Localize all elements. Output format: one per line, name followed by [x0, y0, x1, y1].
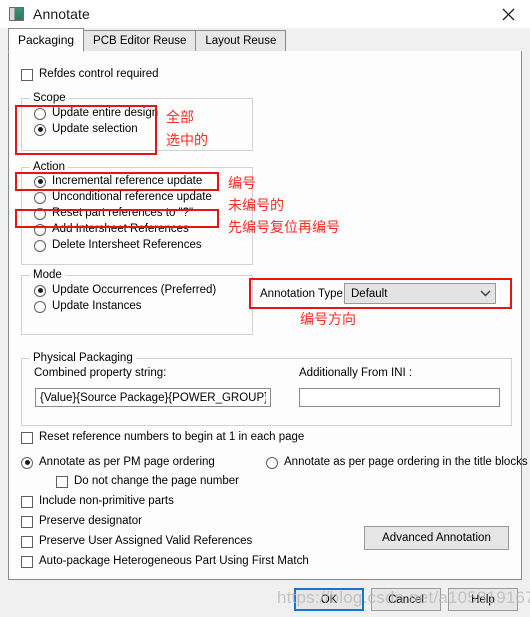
- advanced-annotation-button-label: Advanced Annotation: [382, 532, 491, 544]
- mode-group: Mode Update Occurrences (Preferred) Upda…: [21, 269, 253, 335]
- scope-update-entire-design-radio[interactable]: [34, 107, 46, 120]
- preserve-user-assigned-references-row[interactable]: Preserve User Assigned Valid References: [21, 535, 252, 548]
- preserve-designator-row[interactable]: Preserve designator: [21, 515, 142, 528]
- action-add-intersheet-label: Add Intersheet References: [52, 223, 189, 235]
- action-add-intersheet-row[interactable]: Add Intersheet References: [34, 223, 252, 236]
- tab-pcb-editor-reuse[interactable]: PCB Editor Reuse: [83, 30, 197, 52]
- help-button-label: Help: [471, 593, 495, 606]
- annotate-pm-page-ordering-row[interactable]: Annotate as per PM page ordering: [21, 456, 215, 469]
- cancel-button-label: Cancel: [388, 593, 424, 606]
- auto-package-heterogeneous-checkbox[interactable]: [21, 555, 33, 568]
- tab-pcb-editor-reuse-label: PCB Editor Reuse: [93, 35, 187, 47]
- action-group: Action Incremental reference update Unco…: [21, 161, 253, 265]
- reset-reference-numbers-row[interactable]: Reset reference numbers to begin at 1 in…: [21, 431, 304, 444]
- action-reset-part-references-radio[interactable]: [34, 207, 46, 220]
- combined-property-string-label: Combined property string:: [34, 367, 167, 379]
- do-not-change-page-number-row[interactable]: Do not change the page number: [56, 475, 239, 488]
- action-add-intersheet-radio[interactable]: [34, 223, 46, 236]
- action-incremental-radio[interactable]: [34, 175, 46, 188]
- action-unconditional-row[interactable]: Unconditional reference update: [34, 191, 252, 204]
- action-delete-intersheet-radio[interactable]: [34, 239, 46, 252]
- action-unconditional-radio[interactable]: [34, 191, 46, 204]
- close-icon[interactable]: [486, 0, 530, 28]
- mode-update-occurrences-radio[interactable]: [34, 284, 46, 297]
- physical-packaging-group-title: Physical Packaging: [30, 352, 136, 364]
- ok-button-label: OK: [320, 593, 338, 606]
- preserve-designator-checkbox[interactable]: [21, 515, 33, 528]
- tab-layout-reuse-label: Layout Reuse: [205, 35, 277, 47]
- scope-group: Scope Update entire design Update select…: [21, 92, 253, 151]
- cancel-button[interactable]: Cancel: [371, 588, 441, 611]
- scope-update-selection-radio[interactable]: [34, 123, 46, 136]
- auto-package-heterogeneous-row[interactable]: Auto-package Heterogeneous Part Using Fi…: [21, 555, 309, 568]
- annotate-pm-page-ordering-label: Annotate as per PM page ordering: [39, 456, 215, 468]
- refdes-control-required-checkbox[interactable]: [21, 68, 33, 81]
- action-unconditional-label: Unconditional reference update: [52, 191, 212, 203]
- additionally-from-ini-label: Additionally From INI :: [299, 367, 413, 379]
- scope-update-entire-design-label: Update entire design: [52, 107, 159, 119]
- refdes-control-required-checkbox-row[interactable]: Refdes control required: [21, 68, 159, 81]
- action-delete-intersheet-row[interactable]: Delete Intersheet References: [34, 239, 252, 252]
- help-button[interactable]: Help: [448, 588, 518, 611]
- preserve-user-assigned-references-label: Preserve User Assigned Valid References: [39, 535, 253, 547]
- action-delete-intersheet-label: Delete Intersheet References: [52, 239, 202, 251]
- mode-update-occurrences-label: Update Occurrences (Preferred): [52, 284, 217, 296]
- ok-button[interactable]: OK: [294, 588, 364, 611]
- action-incremental-row[interactable]: Incremental reference update: [34, 175, 252, 188]
- do-not-change-page-number-checkbox[interactable]: [56, 475, 68, 488]
- physical-packaging-group: Physical Packaging Combined property str…: [21, 352, 512, 426]
- mode-update-instances-radio[interactable]: [34, 300, 46, 313]
- include-non-primitive-parts-label: Include non-primitive parts: [39, 495, 174, 507]
- preserve-user-assigned-references-checkbox[interactable]: [21, 535, 33, 548]
- packaging-panel: Refdes control required Scope Update ent…: [8, 51, 528, 580]
- annotate-title-blocks-ordering-row[interactable]: Annotate as per page ordering in the tit…: [266, 456, 528, 469]
- annotate-title-blocks-ordering-radio[interactable]: [266, 456, 278, 469]
- annotation-type-select[interactable]: Default: [344, 283, 496, 304]
- reset-reference-numbers-checkbox[interactable]: [21, 431, 33, 444]
- reset-reference-numbers-label: Reset reference numbers to begin at 1 in…: [39, 431, 305, 443]
- do-not-change-page-number-label: Do not change the page number: [74, 475, 239, 487]
- mode-update-occurrences-row[interactable]: Update Occurrences (Preferred): [34, 284, 252, 297]
- tab-packaging-label: Packaging: [18, 33, 75, 47]
- annotation-type-label: Annotation Type: [260, 288, 343, 300]
- annotate-title-blocks-ordering-label: Annotate as per page ordering in the tit…: [284, 456, 528, 468]
- tab-layout-reuse[interactable]: Layout Reuse: [195, 30, 287, 52]
- dialog-footer: OK Cancel Help: [0, 580, 530, 617]
- chevron-down-icon[interactable]: [475, 290, 495, 297]
- action-reset-part-references-row[interactable]: Reset part references to "?": [34, 207, 252, 220]
- annotation-type-annotation-text: 编号方向: [300, 312, 356, 328]
- annotation-type-value: Default: [351, 287, 388, 300]
- tab-strip: Packaging PCB Editor Reuse Layout Reuse: [0, 28, 530, 52]
- mode-update-instances-row[interactable]: Update Instances: [34, 300, 252, 313]
- advanced-annotation-button[interactable]: Advanced Annotation: [364, 526, 509, 550]
- include-non-primitive-parts-row[interactable]: Include non-primitive parts: [21, 495, 174, 508]
- action-group-title: Action: [30, 161, 68, 173]
- additionally-from-ini-input[interactable]: [299, 388, 500, 407]
- scope-group-title: Scope: [30, 92, 69, 104]
- preserve-designator-label: Preserve designator: [39, 515, 142, 527]
- action-annotation-text-number: 编号: [228, 176, 256, 192]
- include-non-primitive-parts-checkbox[interactable]: [21, 495, 33, 508]
- scope-update-selection-label: Update selection: [52, 123, 138, 135]
- title-bar: Annotate: [0, 0, 530, 28]
- annotate-pm-page-ordering-radio[interactable]: [21, 456, 33, 469]
- action-reset-part-references-label: Reset part references to "?": [52, 207, 194, 219]
- auto-package-heterogeneous-label: Auto-package Heterogeneous Part Using Fi…: [39, 555, 309, 567]
- scope-annotation-text-selected: 选中的: [166, 133, 208, 149]
- scope-update-entire-design-row[interactable]: Update entire design: [34, 107, 252, 120]
- scope-annotation-text-all: 全部: [166, 110, 194, 126]
- scope-update-selection-row[interactable]: Update selection: [34, 123, 252, 136]
- tab-packaging[interactable]: Packaging: [8, 28, 85, 52]
- action-annotation-text-unnumbered: 未编号的: [228, 198, 284, 214]
- combined-property-string-input[interactable]: [35, 388, 271, 407]
- action-incremental-label: Incremental reference update: [52, 175, 203, 187]
- app-icon: [9, 7, 24, 21]
- action-annotation-text-reset-then-number: 先编号复位再编号: [228, 220, 340, 236]
- window-title: Annotate: [33, 6, 90, 22]
- mode-group-title: Mode: [30, 269, 65, 281]
- refdes-control-required-label: Refdes control required: [39, 68, 159, 80]
- mode-update-instances-label: Update Instances: [52, 300, 142, 312]
